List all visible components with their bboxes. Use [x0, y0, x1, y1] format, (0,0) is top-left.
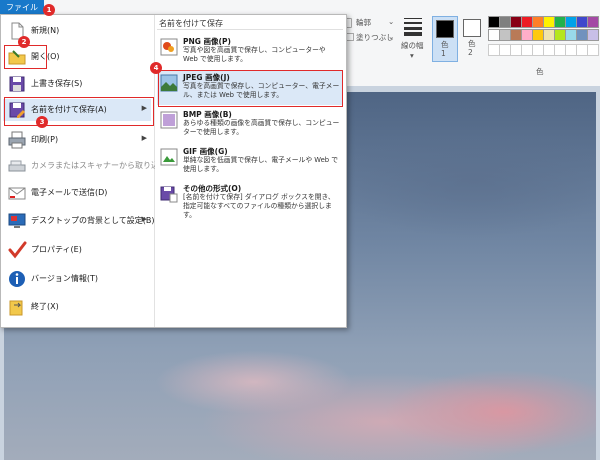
colors-group-label: 色: [536, 67, 544, 76]
menu-item-label: プロパティ(E): [31, 245, 82, 254]
bmp-image-icon: [159, 110, 179, 130]
color2-swatch: [463, 19, 481, 37]
outline-dropdown[interactable]: 輪郭: [356, 17, 371, 28]
gif-image-icon: [159, 147, 179, 167]
step-badge-1: 1: [43, 4, 55, 16]
menu-item-label: 上書き保存(S): [31, 79, 83, 88]
step-badge-2: 2: [18, 36, 30, 48]
menu-item-set-desktop[interactable]: デスクトップの背景として設定(B) ▶: [3, 210, 155, 232]
email-icon: [7, 183, 27, 203]
custom-color-slot[interactable]: [587, 44, 599, 56]
menu-item-label: 新規(N): [31, 26, 60, 35]
submenu-item-gif[interactable]: GIF 画像(G) 単純な図を低画質で保存し、電子メールや Web で使用します…: [157, 145, 342, 179]
png-image-icon: [159, 37, 179, 57]
menu-item-email[interactable]: 電子メールで送信(D): [3, 182, 151, 204]
color-swatch[interactable]: [587, 16, 599, 28]
submenu-title: 名前を付けて保存: [159, 19, 223, 28]
file-menu-commands: 新規(N) 開く(O) 上書き保存(S) 名前を付けて保存(A) ▶ 印刷(P)…: [1, 15, 180, 327]
menu-item-save[interactable]: 上書き保存(S): [3, 73, 151, 95]
color1-button[interactable]: 色 1: [432, 16, 458, 62]
exit-icon: [7, 297, 27, 317]
step-badge-3: 3: [36, 116, 48, 128]
step-highlight-jpeg: [158, 70, 343, 107]
menu-item-label: バージョン情報(T): [31, 274, 98, 283]
step-highlight-save-as: [4, 97, 154, 126]
line-width-label: 線の幅: [401, 41, 424, 50]
step-badge-4: 4: [150, 62, 162, 74]
submenu-item-description: 写真や図を高画質で保存し、コンピューターや Web で使用します。: [183, 46, 326, 63]
submenu-divider: [157, 29, 343, 30]
submenu-item-description: 単純な図を低画質で保存し、電子メールや Web で使用します。: [183, 156, 339, 173]
color-swatch[interactable]: [587, 29, 599, 41]
color2-button[interactable]: 色 2: [460, 16, 484, 60]
menu-item-label: デスクトップの背景として設定(B): [31, 216, 155, 225]
color1-swatch: [436, 20, 454, 38]
submenu-item-description: [名前を付けて保存] ダイアログ ボックスを開き、指定可能なすべてのファイルの種…: [183, 193, 335, 219]
menu-item-about[interactable]: バージョン情報(T): [3, 268, 151, 290]
submenu-item-other[interactable]: その他の形式(O) [名前を付けて保存] ダイアログ ボックスを開き、指定可能な…: [157, 182, 342, 219]
file-menu: 新規(N) 開く(O) 上書き保存(S) 名前を付けて保存(A) ▶ 印刷(P)…: [0, 14, 347, 328]
step-highlight-open: [4, 45, 47, 69]
scanner-icon: [7, 156, 27, 176]
color1-label: 色 1: [441, 40, 449, 58]
menu-item-scanner: カメラまたはスキャナーから取り込み(M): [3, 155, 180, 177]
menu-item-exit[interactable]: 終了(X): [3, 296, 151, 318]
menu-item-print[interactable]: 印刷(P) ▶: [3, 129, 151, 151]
chevron-right-icon: ▶: [141, 134, 147, 142]
line-width-button[interactable]: 線の幅 ▾: [398, 14, 428, 62]
info-icon: [7, 269, 27, 289]
line-width-icon: [404, 18, 422, 36]
menu-item-label: 印刷(P): [31, 135, 59, 144]
submenu-item-bmp[interactable]: BMP 画像(B) あらゆる種類の画像を高画質で保存し、コンピューターで使用しま…: [157, 108, 342, 142]
menu-item-label: 電子メールで送信(D): [31, 188, 108, 197]
printer-icon: [7, 130, 27, 150]
save-as-submenu: 名前を付けて保存 PNG 画像(P) 写真や図を高画質で保存し、コンピューターや…: [155, 15, 345, 327]
submenu-item-png[interactable]: PNG 画像(P) 写真や図を高画質で保存し、コンピューターや Web で使用し…: [157, 35, 342, 69]
color2-label: 色 2: [468, 39, 476, 57]
checkmark-icon: [7, 240, 27, 260]
other-format-icon: [159, 184, 179, 204]
chevron-right-icon: ▶: [141, 215, 147, 223]
submenu-item-description: あらゆる種類の画像を高画質で保存し、コンピューターで使用します。: [183, 119, 340, 136]
save-icon: [7, 74, 27, 94]
menu-item-label: 終了(X): [31, 302, 59, 311]
menu-item-properties[interactable]: プロパティ(E): [3, 239, 151, 261]
color-palette: [488, 16, 600, 60]
desktop-icon: [7, 211, 27, 231]
